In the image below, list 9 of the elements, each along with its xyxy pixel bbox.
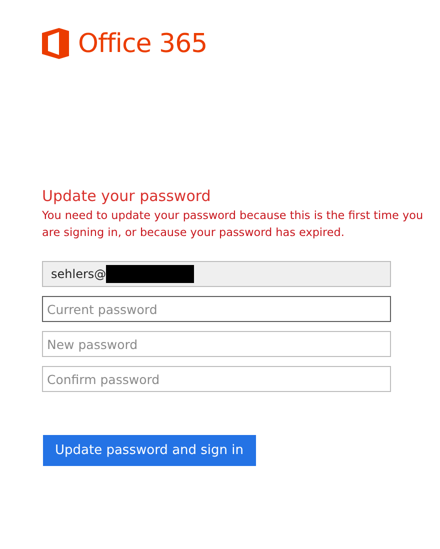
brand-name: Office 365 [78, 28, 208, 58]
username-field[interactable]: sehlers@ [42, 261, 391, 287]
password-field[interactable]: Current password [42, 296, 391, 322]
office-logo-icon [42, 28, 69, 59]
info-message: You need to update your password because this is the first time you are signing in, or because your password has expired. [42, 208, 424, 241]
page-heading: Update your password [42, 187, 211, 205]
update-password-button[interactable]: Update password and sign in [43, 435, 256, 466]
password-field[interactable]: Confirm password [42, 366, 391, 392]
password-field[interactable]: New password [42, 331, 391, 357]
